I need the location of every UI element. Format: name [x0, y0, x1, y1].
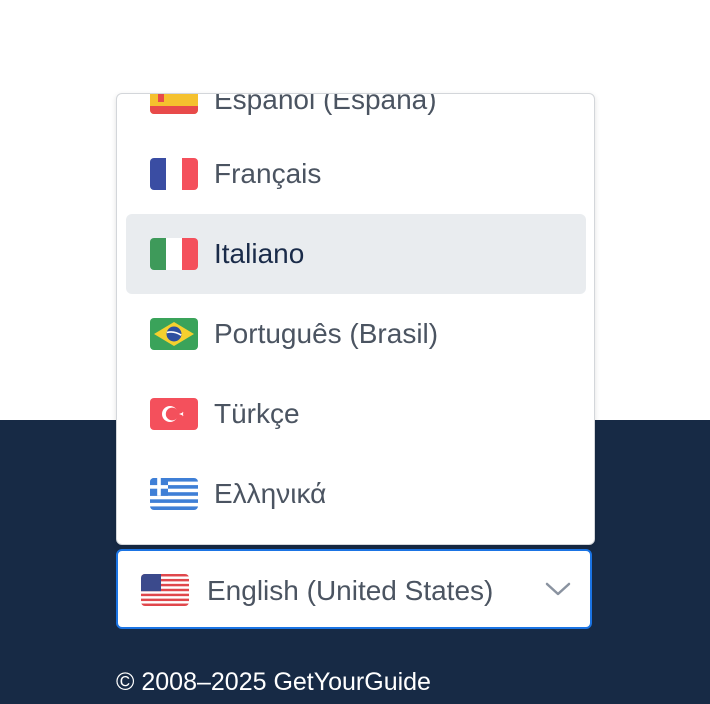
language-option-fr[interactable]: Français: [126, 134, 586, 214]
language-option-label: Português (Brasil): [214, 318, 439, 349]
chevron-down-icon[interactable]: [544, 579, 572, 599]
language-select-value: English (United States): [207, 575, 494, 606]
language-option-label: Italiano: [214, 238, 305, 269]
copyright-text: © 2008–2025 GetYourGuide: [116, 668, 431, 696]
language-option-pt-br[interactable]: Português (Brasil): [126, 294, 586, 374]
language-option-it[interactable]: Italiano: [126, 214, 586, 294]
greece-flag-icon: [150, 478, 198, 510]
france-flag-icon: [150, 158, 198, 190]
us-flag-icon: [141, 574, 189, 606]
language-option-tr[interactable]: Türkçe: [126, 374, 586, 454]
language-option-label: Türkçe: [214, 398, 300, 429]
spain-flag-icon: [150, 94, 198, 114]
turkey-flag-icon: [150, 398, 198, 430]
language-option-el[interactable]: Ελληνικά: [126, 454, 586, 534]
language-option-label: Français: [214, 158, 322, 189]
language-option-label: Español (España): [214, 93, 437, 115]
italy-flag-icon: [150, 238, 198, 270]
language-select[interactable]: English (United States): [116, 549, 592, 629]
brazil-flag-icon: [150, 318, 198, 350]
language-option-es[interactable]: Español (España): [126, 93, 586, 138]
language-option-label: Ελληνικά: [214, 478, 327, 509]
language-dropdown-menu[interactable]: Español (España) Français Italiano Portu…: [116, 93, 595, 545]
